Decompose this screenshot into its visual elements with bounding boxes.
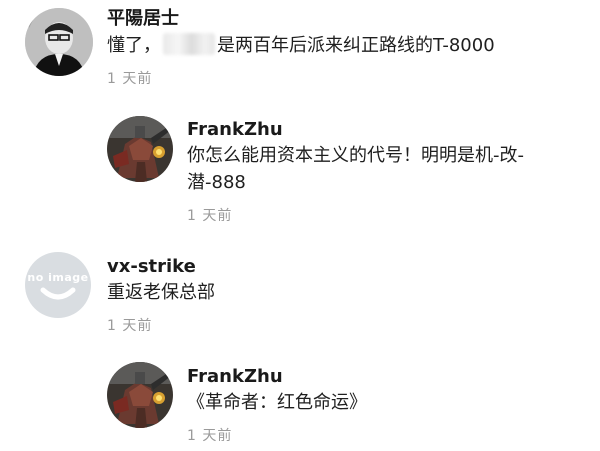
redacted-text-blur — [163, 33, 215, 55]
user-avatar[interactable]: no image — [25, 252, 91, 318]
reply-item: FrankZhu 《革命者：红色命运》 1 天前 — [0, 350, 600, 451]
comment-text: 《革命者：红色命运》 — [187, 392, 367, 413]
user-avatar[interactable] — [107, 362, 173, 428]
user-avatar[interactable] — [25, 8, 93, 76]
comment-item: 平陽居士 懂了， 是两百年后派来纠正路线的T-8000 1 天前 — [0, 0, 600, 110]
comment-text-part: 懂了， — [107, 35, 161, 56]
comment-text-part: 是两百年后派来纠正路线的T-8000 — [217, 35, 495, 56]
user-avatar[interactable] — [107, 116, 173, 182]
reply-item: FrankZhu 你怎么能用资本主义的代号！明明是机-改- 潜-888 1 天前 — [0, 110, 600, 240]
comment-author[interactable]: vx-strike — [107, 256, 196, 278]
comment-author[interactable]: FrankZhu — [187, 119, 283, 141]
comment-timestamp: 1 天前 — [107, 71, 153, 87]
no-image-placeholder-icon — [40, 287, 76, 300]
portrait-photo-icon — [25, 8, 93, 76]
comment-text: 你怎么能用资本主义的代号！明明是机-改- — [187, 145, 524, 166]
comment-timestamp: 1 天前 — [187, 428, 233, 444]
comment-author[interactable]: 平陽居士 — [107, 8, 179, 30]
mecha-art-icon — [107, 362, 173, 428]
comment-text: 潜-888 — [187, 172, 246, 193]
comment-timestamp: 1 天前 — [187, 208, 233, 224]
comment-item: no image vx-strike 重返老保总部 1 天前 — [0, 240, 600, 350]
comment-text: 懂了， 是两百年后派来纠正路线的T-8000 — [107, 33, 495, 59]
comment-text: 重返老保总部 — [107, 282, 215, 303]
comment-timestamp: 1 天前 — [107, 318, 153, 334]
mecha-art-icon — [107, 116, 173, 182]
comment-author[interactable]: FrankZhu — [187, 366, 283, 388]
